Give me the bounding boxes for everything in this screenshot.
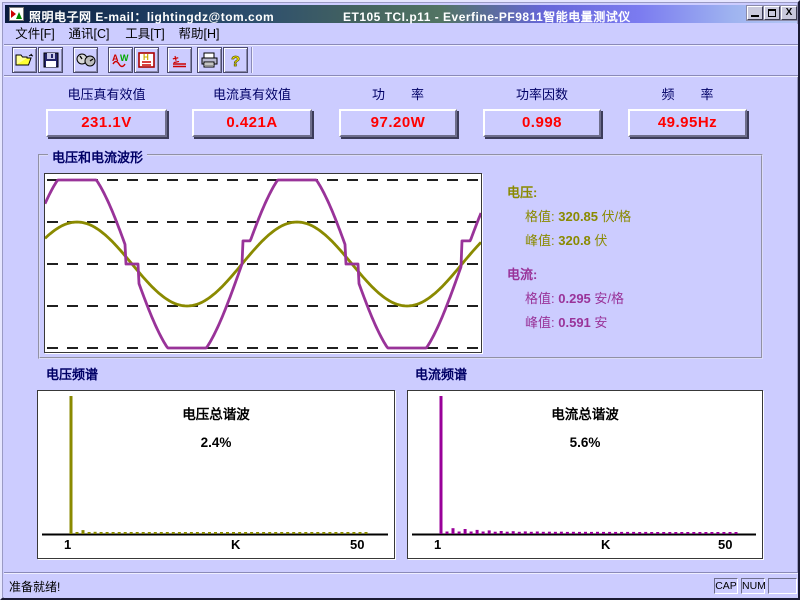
voltage-legend-title: 电压:	[507, 182, 537, 201]
x-tick-start: 1	[434, 537, 441, 552]
grid-number: 320.85	[558, 209, 598, 224]
svg-text:?: ?	[231, 53, 240, 69]
menu-tools[interactable]: 工具[T]	[122, 26, 168, 42]
grid-unit: 安/格	[594, 291, 624, 306]
voltage-spectrum-chart: 电压总谐波 2.4% 1 K 50	[37, 390, 395, 559]
save-button[interactable]	[38, 47, 63, 73]
svg-text:H: H	[143, 53, 149, 62]
current-thd-label: 电流总谐波	[408, 403, 762, 423]
waveform-chart	[44, 173, 482, 353]
current-thd-value: 5.6%	[408, 435, 762, 450]
printer-icon	[200, 52, 219, 68]
waveform-view-button[interactable]: A W	[108, 47, 133, 73]
help-icon: ?	[229, 52, 243, 69]
waveform-group-title: 电压和电流波形	[48, 147, 147, 166]
waveform-icon: A W	[111, 52, 131, 68]
frequency-value: 49.95Hz	[628, 109, 747, 137]
current-grid-value: 格值: 0.295 安/格	[525, 288, 624, 307]
peak-label: 峰值:	[525, 233, 555, 248]
current-spectrum-title: 电流频谱	[415, 364, 467, 383]
toolbar: A W H ±	[4, 46, 798, 75]
app-logo-icon	[9, 7, 24, 21]
harmonics-panel-button[interactable]: H	[134, 47, 159, 73]
calibrate-button[interactable]: ±	[167, 47, 192, 73]
app-window: 照明电子网 E-mail：lightingdz@tom.com ET105 TC…	[0, 0, 800, 600]
current-rms-label: 电流真有效值	[192, 84, 312, 103]
x-tick-end: 50	[718, 537, 732, 552]
peak-number: 320.8	[558, 233, 591, 248]
grid-label: 格值:	[525, 291, 555, 306]
current-rms-value: 0.421A	[192, 109, 312, 137]
peak-unit: 安	[594, 315, 607, 330]
voltage-spectrum-title: 电压频谱	[46, 364, 98, 383]
current-peak-value: 峰值: 0.591 安	[525, 312, 607, 331]
grid-number: 0.295	[558, 291, 591, 306]
x-tick-start: 1	[64, 537, 71, 552]
harmonics-list-icon: H	[138, 52, 155, 68]
toolbar-separator	[251, 47, 253, 73]
status-bar: 准备就绪! CAP NUM	[4, 574, 798, 598]
toolbar-bottom-separator	[4, 75, 798, 77]
help-button[interactable]: ?	[223, 47, 248, 73]
open-file-button[interactable]	[12, 47, 37, 73]
minimize-icon	[751, 15, 759, 17]
power-label: 功 率	[339, 84, 457, 103]
minimize-button[interactable]	[747, 6, 763, 20]
grid-label: 格值:	[525, 209, 555, 224]
save-floppy-icon	[43, 52, 59, 68]
frequency-label: 频 率	[628, 84, 747, 103]
peak-number: 0.591	[558, 315, 591, 330]
voltage-peak-value: 峰值: 320.8 伏	[525, 230, 607, 249]
title-left-text: 照明电子网 E-mail：lightingdz@tom.com	[29, 8, 274, 25]
close-button[interactable]: X	[781, 6, 797, 20]
x-axis-label: K	[231, 537, 240, 552]
x-axis-label: K	[601, 537, 610, 552]
current-legend-title: 电流:	[507, 264, 537, 283]
power-value: 97.20W	[339, 109, 457, 137]
open-folder-icon	[15, 52, 34, 68]
voltage-thd-label: 电压总谐波	[38, 403, 394, 423]
caps-lock-indicator: CAP	[714, 578, 738, 594]
scroll-indicator	[768, 578, 797, 594]
page-title: ET105 TCI.p11 - Everfine-PF9811智能电量测试仪	[343, 8, 631, 25]
voltage-thd-value: 2.4%	[38, 435, 394, 450]
menu-help[interactable]: 帮助[H]	[176, 26, 222, 42]
peak-unit: 伏	[594, 233, 607, 248]
status-message: 准备就绪!	[9, 578, 60, 595]
peak-label: 峰值:	[525, 315, 555, 330]
print-button[interactable]	[197, 47, 222, 73]
menu-comm[interactable]: 通讯[C]	[66, 26, 112, 42]
voltage-rms-value: 231.1V	[46, 109, 167, 137]
voltage-grid-value: 格值: 320.85 伏/格	[525, 206, 631, 225]
waveform-plot	[45, 174, 481, 352]
title-bar: 照明电子网 E-mail：lightingdz@tom.com ET105 TC…	[5, 5, 797, 23]
menu-file[interactable]: 文件[F]	[12, 26, 58, 42]
maximize-button[interactable]	[764, 6, 780, 20]
current-spectrum-chart: 电流总谐波 5.6% 1 K 50	[407, 390, 763, 559]
grid-unit: 伏/格	[602, 209, 632, 224]
meters-button[interactable]	[73, 47, 98, 73]
calibrate-icon: ±	[171, 52, 188, 68]
menu-bar: 文件[F] 通讯[C] 工具[T] 帮助[H]	[4, 24, 798, 44]
voltage-rms-label: 电压真有效值	[46, 84, 167, 103]
x-tick-end: 50	[350, 537, 364, 552]
power-factor-label: 功率因数	[483, 84, 601, 103]
power-factor-value: 0.998	[483, 109, 601, 137]
meters-icon	[76, 52, 96, 68]
num-lock-indicator: NUM	[741, 578, 765, 594]
maximize-icon	[768, 9, 776, 17]
svg-text:W: W	[120, 53, 129, 63]
